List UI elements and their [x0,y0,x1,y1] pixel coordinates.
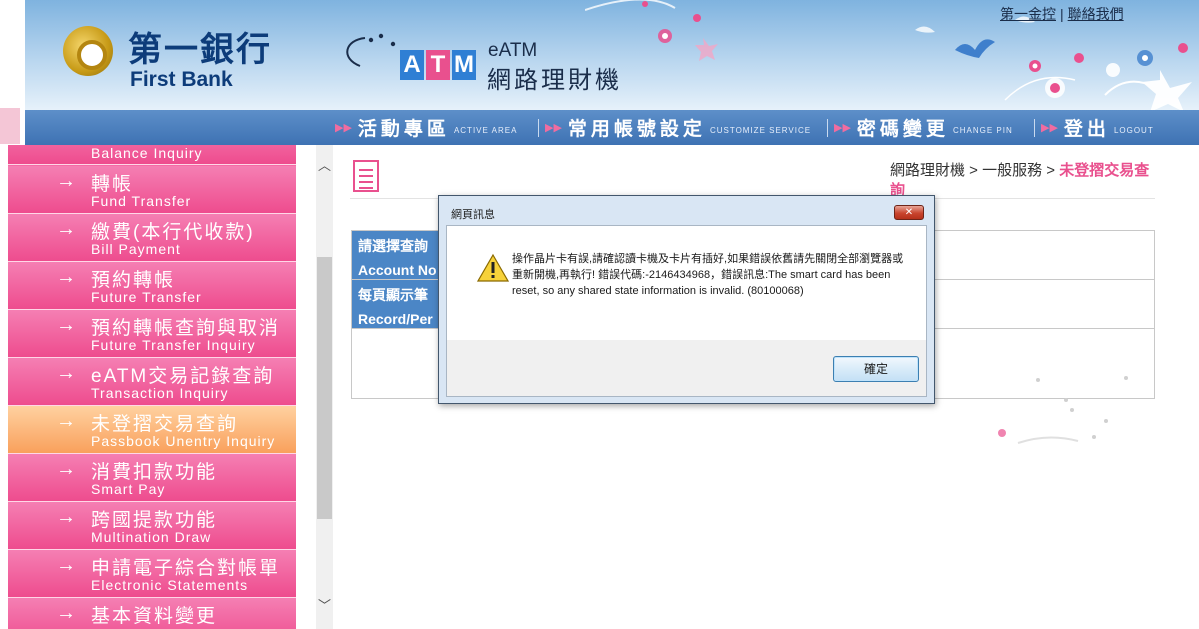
floral-decoration-icon [998,376,1128,444]
sidebar-item-future-transfer[interactable]: → 預約轉帳 Future Transfer [8,262,296,310]
sidebar-item-smart-pay[interactable]: → 消費扣款功能 Smart Pay [8,454,296,502]
nav-change-pin[interactable]: ▶▶ 密碼變更 CHANGE PIN [834,110,1013,145]
arrow-right-icon: → [56,602,76,624]
sidebar-item-sublabel: Transaction Inquiry [91,385,229,401]
sidebar-item-sublabel: Bill Payment [91,241,181,257]
arrow-right-icon: → [56,218,76,240]
eatm-title: eATM [488,40,538,61]
arrow-right-icon: → [56,554,76,576]
atm-letter-m: M [452,50,476,80]
account-select-label: 請選擇查詢 Account No [352,231,442,279]
account-label-zh: 請選擇查詢 [358,238,428,254]
sidebar-item-multination-draw[interactable]: → 跨國提款功能 Multination Draw [8,502,296,550]
left-strip-accent [0,108,20,144]
arrow-right-icon: → [56,458,76,480]
nav-arrow-icon: ▶▶ [834,122,851,134]
dialog-title: 網頁訊息 [451,209,495,221]
atm-letter-t: T [426,50,450,80]
sidebar-item-bill-payment[interactable]: → 繳費(本行代收款) Bill Payment [8,214,296,262]
sidebar-item-label: 預約轉帳查詢與取消 [91,318,281,339]
dialog-message: 操作晶片卡有誤,請確認讀卡機及卡片有插好,如果錯誤依舊請先關閉全部瀏覽器或重新開… [512,253,904,297]
arrow-right-icon: → [56,506,76,528]
sidebar-item-label: eATM交易記錄查詢 [91,366,275,387]
contact-us-link[interactable]: 聯絡我們 [1068,6,1124,22]
sidebar-item-sublabel: Balance Inquiry [91,145,203,161]
records-label-zh: 每頁顯示筆 [358,287,428,303]
first-bank-logo-icon[interactable] [63,26,113,76]
nav-active-area-sublabel: ACTIVE AREA [453,126,518,135]
first-financial-link[interactable]: 第一金控 [1000,6,1056,22]
sidebar-item-sublabel: Fund Transfer [91,193,192,209]
nav-customize-service-sublabel: CUSTOMIZE SERVICE [709,126,812,135]
breadcrumb-path[interactable]: 網路理財機 > 一般服務 > [890,162,1055,179]
sidebar-item-balance-inquiry[interactable]: Balance Inquiry [8,145,296,165]
sidebar-item-sublabel: Multination Draw [91,529,212,545]
sidebar-menu: Balance Inquiry → 轉帳 Fund Transfer → 繳費(… [8,145,296,629]
nav-logout-sublabel: LOGOUT [1113,126,1154,135]
sidebar-item-sublabel: Future Transfer [91,289,202,305]
arrow-right-icon: → [56,314,76,336]
nav-logout[interactable]: ▶▶ 登出 LOGOUT [1041,110,1154,145]
records-per-page-label: 每頁顯示筆 Record/Per [352,280,442,328]
web-message-dialog: 網頁訊息 ✕ 操作晶片卡有誤,請確認讀卡機及卡片有插好,如果錯誤依舊請先關閉全部… [438,195,935,404]
page: 第一銀行 First Bank A T M eATM 網路理財機 第一金控 | … [0,0,1199,629]
warning-icon [477,253,509,282]
nav-customize-service-label: 常用帳號設定 [567,119,706,140]
sidebar-item-label: 未登摺交易查詢 [91,414,239,435]
sidebar-item-label: 跨國提款功能 [91,510,218,531]
nav-change-pin-label: 密碼變更 [856,119,949,140]
sidebar-item-sublabel: Electronic Statements [91,577,249,593]
sidebar-item-sublabel: Future Transfer Inquiry [91,337,256,353]
sidebar-item-personal-info-change[interactable]: → 基本資料變更 [8,598,296,629]
sidebar-item-sublabel: Smart Pay [91,481,166,497]
nav-arrow-icon: ▶▶ [335,122,352,134]
sidebar-item-fund-transfer[interactable]: → 轉帳 Fund Transfer [8,166,296,214]
nav-logout-label: 登出 [1063,119,1110,140]
sidebar-item-passbook-unentry-inquiry[interactable]: → 未登摺交易查詢 Passbook Unentry Inquiry [8,406,296,454]
nav-arrow-icon: ▶▶ [1041,122,1058,134]
header-banner: 第一銀行 First Bank A T M eATM 網路理財機 第一金控 | … [25,0,1199,110]
nav-arrow-icon: ▶▶ [545,122,562,134]
sidebar-item-label: 繳費(本行代收款) [91,222,255,243]
nav-active-area-label: 活動專區 [357,119,450,140]
atm-swirl-icon [346,33,396,67]
atm-letter-a: A [400,50,424,80]
dialog-body: 操作晶片卡有誤,請確認讀卡機及卡片有插好,如果錯誤依舊請先關閉全部瀏覽器或重新開… [446,225,927,340]
ok-button[interactable]: 確定 [833,356,919,382]
sidebar-item-electronic-statements[interactable]: → 申請電子綜合對帳單 Electronic Statements [8,550,296,598]
arrow-right-icon: → [56,170,76,192]
nav-separator [1034,119,1035,137]
sidebar-item-label: 基本資料變更 [91,606,218,627]
sidebar-item-transaction-inquiry[interactable]: → eATM交易記錄查詢 Transaction Inquiry [8,358,296,406]
nav-customize-service[interactable]: ▶▶ 常用帳號設定 CUSTOMIZE SERVICE [545,110,811,145]
nav-active-area[interactable]: ▶▶ 活動專區 ACTIVE AREA [335,110,517,145]
scrollbar-thumb[interactable] [317,257,332,519]
document-icon [353,160,379,192]
brand-name-en[interactable]: First Bank [130,68,233,92]
sidebar-item-sublabel: Passbook Unentry Inquiry [91,433,276,449]
close-icon[interactable]: ✕ [894,205,924,220]
brand-name-zh[interactable]: 第一銀行 [128,22,272,71]
nav-separator [538,119,539,137]
sidebar-item-label: 申請電子綜合對帳單 [91,558,281,579]
sidebar-item-future-transfer-inquiry[interactable]: → 預約轉帳查詢與取消 Future Transfer Inquiry [8,310,296,358]
top-nav-bar: ▶▶ 活動專區 ACTIVE AREA ▶▶ 常用帳號設定 CUSTOMIZE … [25,110,1199,145]
sidebar-item-label: 消費扣款功能 [91,462,218,483]
arrow-right-icon: → [56,410,76,432]
link-separator: | [1060,6,1064,22]
chevron-up-icon[interactable]: ︿ [316,159,333,173]
sidebar-item-label: 預約轉帳 [91,270,176,291]
nav-change-pin-sublabel: CHANGE PIN [952,126,1013,135]
records-label-en: Record/Per [358,311,433,327]
arrow-right-icon: → [56,362,76,384]
sidebar-scrollbar[interactable]: ︿ ﹀ [316,145,333,629]
top-links: 第一金控 | 聯絡我們 [1000,4,1124,24]
nav-separator [827,119,828,137]
account-label-en: Account No [358,262,437,278]
sidebar-item-label: 轉帳 [91,174,134,195]
chevron-down-icon[interactable]: ﹀ [316,599,333,613]
arrow-right-icon: → [56,266,76,288]
